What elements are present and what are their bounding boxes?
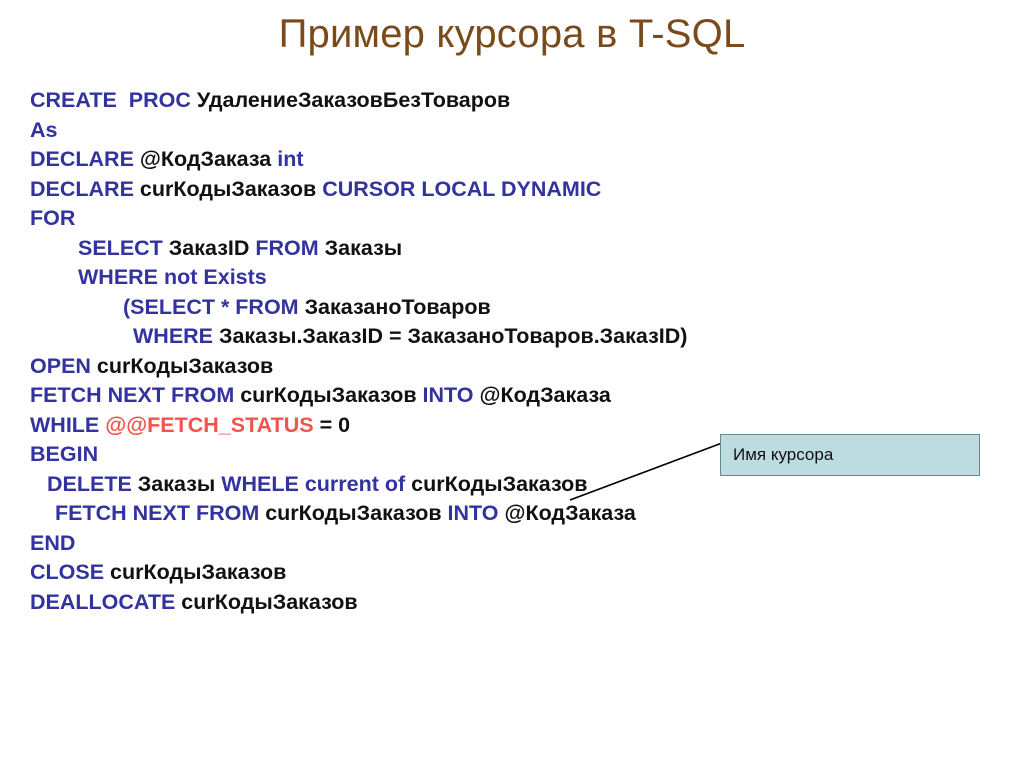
code-line: OPEN curКодыЗаказов	[30, 352, 990, 382]
code-line: CREATE PROC УдалениеЗаказовБезТоваров	[30, 86, 990, 116]
code-token-sys: @@FETCH_STATUS	[105, 412, 314, 437]
code-token-id: ЗаказID	[168, 235, 256, 260]
code-token-id: @КодЗаказа	[139, 147, 278, 171]
code-line: FOR	[30, 204, 990, 234]
callout-cursor-name: Имя курсора	[720, 434, 980, 476]
code-line: SELECT ЗаказID FROM Заказы	[30, 234, 990, 264]
code-token-kw: FOR	[30, 206, 76, 230]
code-token-kw: CURSOR LOCAL DYNAMIC	[322, 176, 602, 201]
code-token-kw: CLOSE	[30, 560, 111, 584]
code-line: WHERE Заказы.ЗаказID = ЗаказаноТоваров.З…	[30, 322, 990, 352]
code-token-kw: WHILE	[30, 412, 106, 437]
code-line: DEALLOCATE curКодыЗаказов	[30, 588, 990, 618]
code-token-kw: DEALLOCATE	[30, 589, 182, 614]
code-line: WHERE not Exists	[30, 263, 990, 293]
callout-label: Имя курсора	[733, 445, 834, 464]
code-line: FETCH NEXT FROM curКодыЗаказов INTO @Код…	[30, 381, 990, 411]
code-token-id: УдалениеЗаказовБезТоваров	[196, 88, 511, 112]
code-token-kw: WHERE not Exists	[78, 265, 267, 289]
code-line: DECLARE curКодыЗаказов CURSOR LOCAL DYNA…	[30, 175, 990, 205]
code-token-kw: DECLARE	[30, 176, 140, 201]
code-line: As	[30, 116, 990, 146]
code-token-kw: (SELECT * FROM	[123, 294, 305, 319]
code-token-id: Заказы	[324, 235, 403, 260]
code-token-kw: SELECT	[78, 235, 169, 260]
code-line: CLOSE curКодыЗаказов	[30, 558, 990, 588]
code-token-kw: WHERE	[133, 324, 219, 348]
code-token-kw: END	[30, 530, 76, 555]
code-token-id: curКодыЗаказов	[110, 560, 287, 584]
code-token-kw: FETCH NEXT FROM	[30, 383, 241, 407]
code-token-kw: WHELE current of	[221, 471, 412, 496]
code-token-kw: INTO	[447, 501, 505, 525]
code-token-kw: FETCH NEXT FROM	[55, 501, 266, 525]
code-token-kw: INTO	[422, 383, 480, 407]
code-token-id: curКодыЗаказов	[181, 589, 358, 614]
code-token-id: Заказы.ЗаказID = ЗаказаноТоваров.ЗаказID…	[219, 324, 688, 348]
code-line: DECLARE @КодЗаказа int	[30, 145, 990, 175]
sql-code-block: CREATE PROC УдалениеЗаказовБезТоваров As D…	[30, 86, 990, 617]
code-token-id: @КодЗаказа	[504, 501, 636, 525]
code-line: FETCH NEXT FROM curКодыЗаказов INTO @Код…	[30, 499, 990, 529]
code-token-kw: As	[30, 117, 58, 142]
code-token-id: = 0	[313, 412, 351, 437]
code-token-kw: OPEN	[30, 353, 97, 378]
code-token-id: curКодыЗаказов	[411, 471, 588, 496]
code-token-id: curКодыЗаказов	[139, 176, 323, 201]
code-token-kw: DELETE	[47, 471, 138, 496]
slide-canvas: Пример курсора в T-SQL CREATE PROC Удале…	[0, 0, 1024, 767]
code-token-kw: int	[277, 147, 304, 171]
code-line: (SELECT * FROM ЗаказаноТоваров	[30, 293, 990, 323]
code-line: END	[30, 529, 990, 559]
code-token-id: @КодЗаказа	[479, 383, 611, 407]
page-title: Пример курсора в T-SQL	[278, 12, 746, 56]
code-token-id: curКодыЗаказов	[96, 353, 274, 378]
code-token-id: curКодыЗаказов	[265, 501, 448, 525]
code-token-kw: BEGIN	[30, 442, 99, 466]
code-token-kw: FROM	[255, 235, 325, 260]
code-token-id: ЗаказаноТоваров	[304, 294, 491, 319]
code-token-kw: CREATE PROC	[30, 88, 197, 112]
code-token-id: Заказы	[137, 471, 222, 496]
code-token-id: curКодыЗаказов	[240, 383, 423, 407]
code-token-kw: DECLARE	[30, 147, 140, 171]
